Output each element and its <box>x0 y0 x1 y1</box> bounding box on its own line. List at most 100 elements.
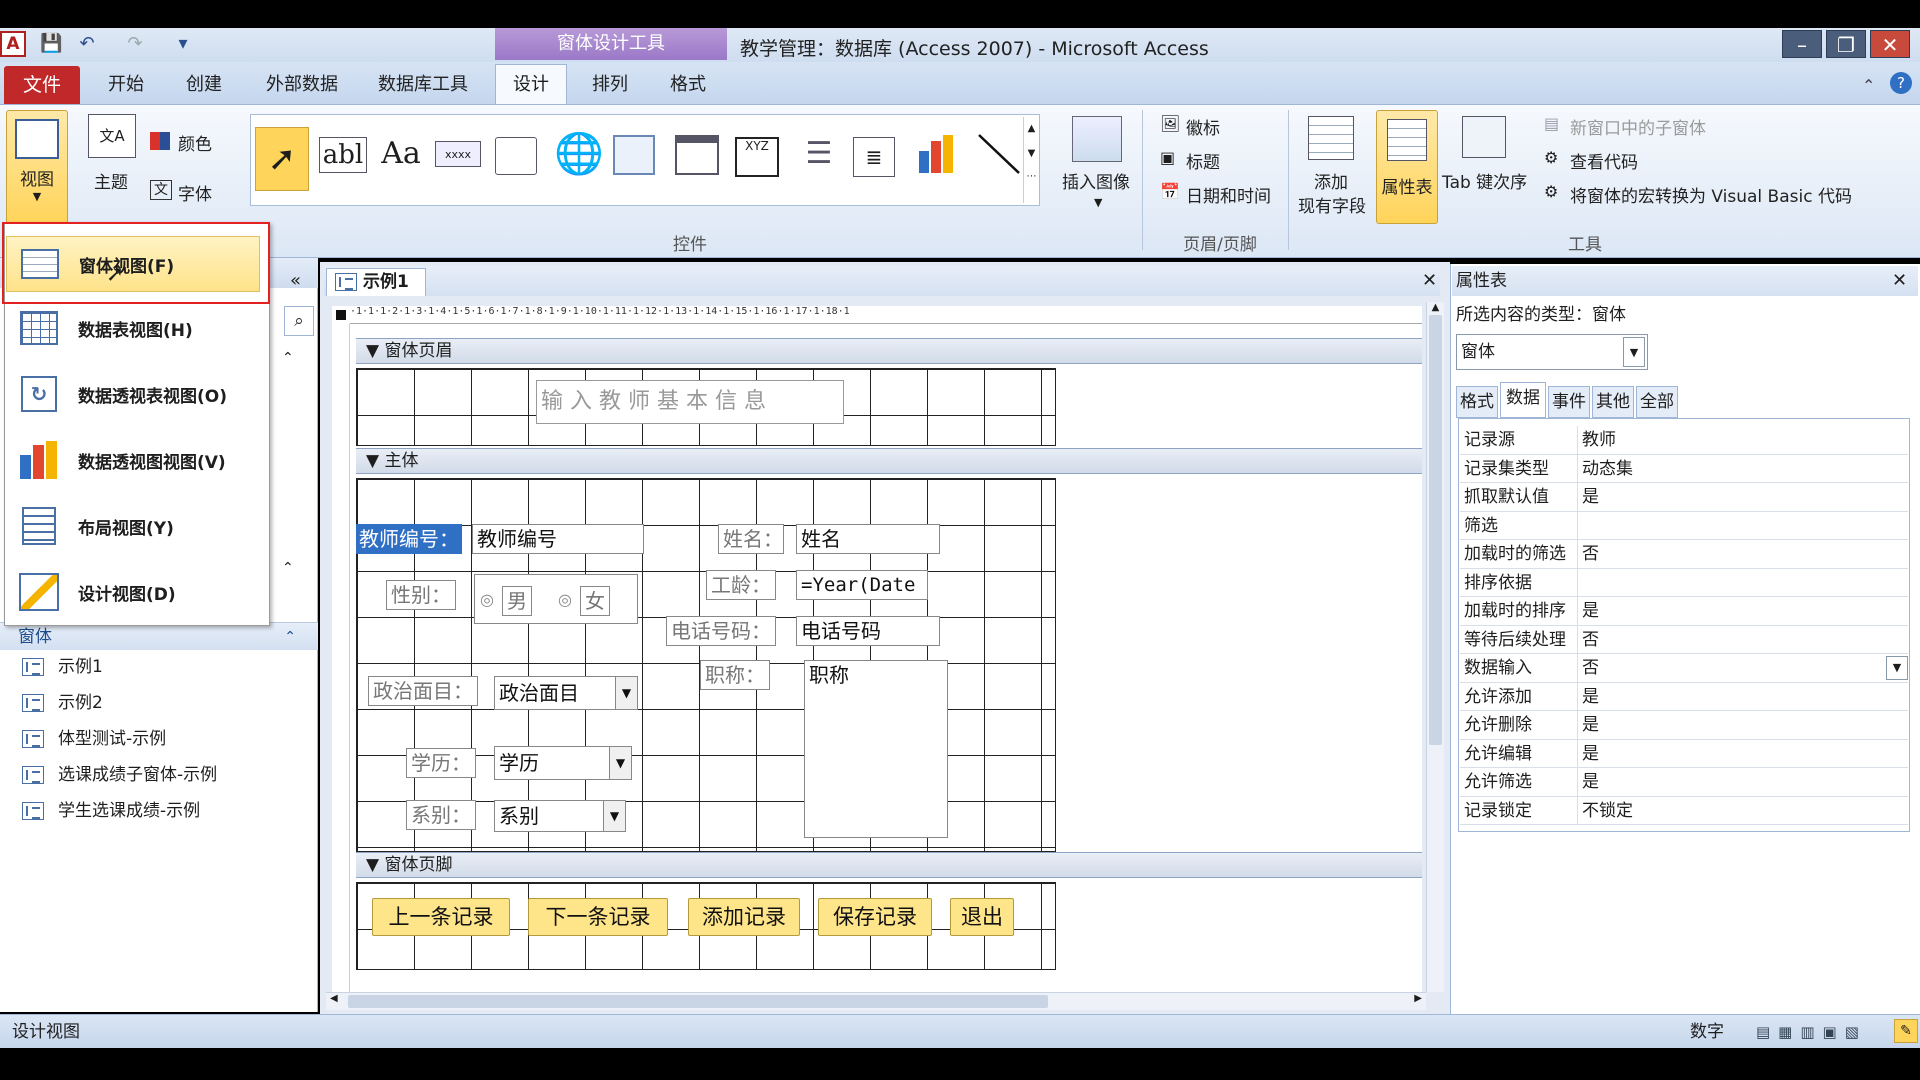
collapse-pane-icon[interactable]: « <box>290 270 301 291</box>
prop-tab-event[interactable]: 事件 <box>1548 386 1590 418</box>
line-control-icon[interactable] <box>975 129 1023 177</box>
tab-home[interactable]: 开始 <box>98 66 154 104</box>
property-value[interactable]: 动态集 <box>1578 455 1908 483</box>
tab-external-data[interactable]: 外部数据 <box>256 66 348 104</box>
menu-item-datasheet-view[interactable]: 数据表视图(H) <box>6 300 260 356</box>
nav-item[interactable]: 示例1 <box>22 650 103 684</box>
education-label[interactable]: 学历： <box>406 748 476 778</box>
form-selector[interactable] <box>332 306 350 324</box>
radio-female-icon[interactable]: ◎ <box>558 590 572 609</box>
phone-textbox[interactable]: 电话号码 <box>796 616 940 646</box>
name-label[interactable]: 姓名： <box>718 524 784 554</box>
subform-button[interactable]: 新窗口中的子窗体 <box>1570 114 1706 139</box>
department-label[interactable]: 系别： <box>406 800 476 830</box>
search-icon[interactable]: ⌕ <box>284 306 314 336</box>
title-button[interactable]: 标题 <box>1186 148 1220 173</box>
restore-icon[interactable]: ❐ <box>1826 30 1866 58</box>
property-value[interactable] <box>1578 512 1908 540</box>
department-combobox[interactable]: 系别 ▼ <box>494 800 626 832</box>
menu-item-design-view[interactable]: 设计视图(D) <box>6 564 260 620</box>
politics-label[interactable]: 政治面目： <box>368 676 478 706</box>
label-control-icon[interactable]: Aa <box>377 129 425 177</box>
age-expression-textbox[interactable]: =Year(Date <box>796 570 928 600</box>
gender-option-group[interactable] <box>474 574 638 624</box>
nav-item[interactable]: 体型测试-示例 <box>22 722 166 756</box>
property-value[interactable]: 是 <box>1578 740 1908 768</box>
nav-item[interactable]: 选课成绩子窗体-示例 <box>22 758 217 792</box>
prop-tab-all[interactable]: 全部 <box>1636 386 1678 418</box>
property-row[interactable]: 允许删除是 <box>1460 711 1908 740</box>
name-textbox[interactable]: 姓名 <box>796 524 940 554</box>
save-icon[interactable]: 💾 <box>40 33 62 55</box>
politics-combobox[interactable]: 政治面目 ▼ <box>494 676 638 710</box>
web-browser-control-icon[interactable] <box>613 135 655 175</box>
female-option-label[interactable]: 女 <box>580 586 610 616</box>
help-icon[interactable]: ? <box>1890 72 1912 94</box>
selected-object-combobox[interactable]: 窗体 ▼ <box>1456 334 1648 370</box>
nav-item[interactable]: 学生选课成绩-示例 <box>22 794 200 828</box>
property-value[interactable]: 不锁定 <box>1578 797 1908 825</box>
property-value[interactable]: 是 <box>1578 768 1908 796</box>
collapse-group-icon[interactable]: ⌃ <box>282 350 294 366</box>
teacher-id-label[interactable]: 教师编号： <box>356 524 462 554</box>
chevron-down-icon[interactable]: ▼ <box>603 801 625 831</box>
tab-file[interactable]: 文件 <box>4 66 80 104</box>
undo-icon[interactable]: ↶ <box>76 33 98 55</box>
property-row[interactable]: 数据输入否 ▼ <box>1460 654 1908 683</box>
age-label[interactable]: 工龄： <box>706 570 776 600</box>
horizontal-scrollbar[interactable]: ◀ ▶ <box>326 992 1426 1010</box>
customize-qat-icon[interactable]: ▾ <box>172 33 194 55</box>
hyperlink-globe-icon[interactable]: 🌐 <box>554 129 604 177</box>
close-document-icon[interactable]: ✕ <box>1422 270 1437 291</box>
property-value[interactable]: 是 <box>1578 683 1908 711</box>
design-view-status-icon[interactable]: ✎ <box>1894 1019 1918 1043</box>
property-row[interactable]: 筛选 <box>1460 511 1908 540</box>
view-button[interactable]: 视图 ▼ <box>6 110 68 224</box>
property-value[interactable]: 否 <box>1578 654 1886 682</box>
nav-item[interactable]: 示例2 <box>22 686 103 720</box>
menu-item-form-view[interactable]: 窗体视图(F) <box>6 236 260 292</box>
scroll-up-icon[interactable]: ▲ <box>1427 302 1444 313</box>
button-control-icon[interactable]: xxxx <box>435 141 481 167</box>
theme-label[interactable]: 主题 <box>94 168 128 193</box>
property-row[interactable]: 记录锁定 不锁定 <box>1460 796 1908 825</box>
property-row[interactable]: 加载时的筛选否 <box>1460 540 1908 569</box>
navigation-control-icon[interactable] <box>675 135 719 175</box>
section-bar-form-header[interactable]: ▼ 窗体页眉 <box>356 338 1422 364</box>
colors-button[interactable]: 颜色 <box>178 130 212 155</box>
view-switcher-icons[interactable]: ▤▦▥▣▧ <box>1756 1015 1867 1049</box>
redo-icon[interactable]: ↷ <box>124 33 146 55</box>
tab-control-icon[interactable] <box>495 137 537 175</box>
minimize-icon[interactable]: – <box>1782 30 1822 58</box>
textbox-control-icon[interactable]: abl <box>319 137 367 173</box>
tab-order-button[interactable]: Tab 键次序 <box>1442 168 1527 193</box>
chevron-down-icon[interactable]: ▼ <box>1886 656 1908 680</box>
page-break-icon[interactable]: ☰ <box>795 129 843 177</box>
close-icon[interactable]: ✕ <box>1870 30 1910 58</box>
menu-item-pivot-table-view[interactable]: ↻ 数据透视表视图(O) <box>6 366 260 422</box>
property-value[interactable] <box>1578 569 1908 597</box>
header-title-label[interactable]: 输入教师基本信息 <box>536 380 844 424</box>
property-row[interactable]: 允许添加是 <box>1460 682 1908 711</box>
property-value[interactable]: 是 <box>1578 597 1908 625</box>
property-row[interactable]: 允许编辑是 <box>1460 739 1908 768</box>
add-fields-label-1[interactable]: 添加 <box>1314 168 1348 193</box>
section-bar-detail[interactable]: ▼ 主体 <box>356 448 1422 474</box>
add-record-button[interactable]: 添加记录 <box>688 898 800 936</box>
scroll-right-icon[interactable]: ▶ <box>1414 993 1422 1004</box>
menu-item-pivot-chart-view[interactable]: 数据透视图视图(V) <box>6 432 260 488</box>
collapse-group-icon[interactable]: ⌃ <box>282 560 294 576</box>
property-value[interactable]: 否 <box>1578 540 1908 568</box>
convert-macros-button[interactable]: 将窗体的宏转换为 Visual Basic 代码 <box>1570 182 1852 207</box>
chevron-down-icon[interactable]: ▼ <box>609 747 631 779</box>
chevron-down-icon[interactable]: ▼ <box>1623 337 1645 367</box>
tab-arrange[interactable]: 排列 <box>582 66 638 104</box>
teacher-id-textbox[interactable]: 教师编号 <box>472 524 644 554</box>
save-record-button[interactable]: 保存记录 <box>818 898 932 936</box>
previous-record-button[interactable]: 上一条记录 <box>372 898 510 936</box>
nav-group-forms[interactable]: 窗体 ⌃ <box>0 622 318 650</box>
scroll-left-icon[interactable]: ◀ <box>330 993 338 1004</box>
tab-design[interactable]: 设计 <box>495 64 567 106</box>
scroll-thumb[interactable] <box>1429 315 1442 745</box>
education-combobox[interactable]: 学历 ▼ <box>494 746 632 780</box>
